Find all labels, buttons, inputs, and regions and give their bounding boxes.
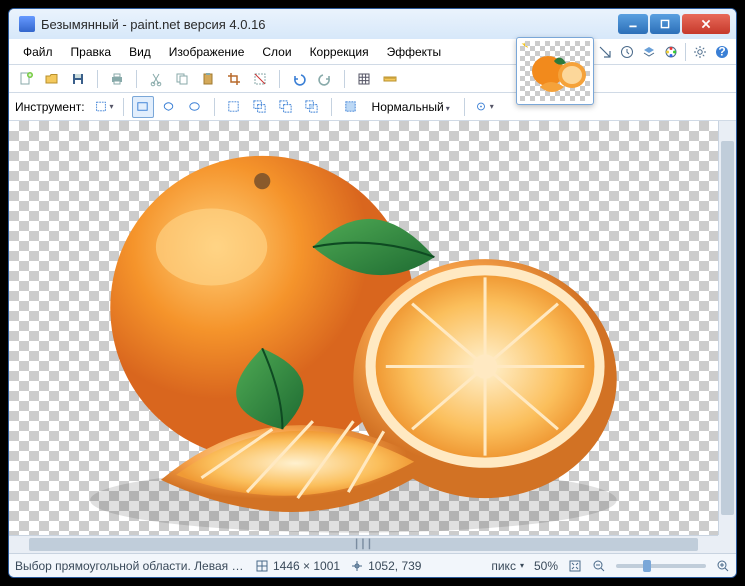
fit-window-icon[interactable] <box>568 559 582 573</box>
status-units[interactable]: пикс▾ <box>491 559 524 573</box>
close-button[interactable] <box>682 14 730 34</box>
tool-selector[interactable] <box>93 96 115 118</box>
save-button[interactable] <box>67 68 89 90</box>
menu-adjustments[interactable]: Коррекция <box>302 42 377 62</box>
shape-ellipse-button[interactable] <box>184 96 206 118</box>
window-title: Безымянный - paint.net версия 4.0.16 <box>41 17 618 32</box>
horizontal-scrollbar[interactable]: ┃┃┃ <box>9 535 718 553</box>
menu-effects[interactable]: Эффекты <box>379 42 450 62</box>
titlebar: Безымянный - paint.net версия 4.0.16 <box>9 9 736 39</box>
cut-button[interactable] <box>145 68 167 90</box>
status-image-size: 1446 × 1001 <box>255 559 340 573</box>
app-window: Безымянный - paint.net версия 4.0.16 Фай… <box>8 8 737 578</box>
print-button[interactable] <box>106 68 128 90</box>
document-image <box>9 121 718 535</box>
sampling-button[interactable] <box>473 96 495 118</box>
selmode-intersect-button[interactable] <box>301 96 323 118</box>
app-icon <box>19 16 35 32</box>
menu-view[interactable]: Вид <box>121 42 159 62</box>
canvas[interactable] <box>9 121 718 535</box>
zoom-slider[interactable] <box>616 564 706 568</box>
new-button[interactable] <box>15 68 37 90</box>
dimensions-icon <box>255 559 269 573</box>
colors-window-icon[interactable] <box>663 44 679 60</box>
history-window-icon[interactable] <box>619 44 635 60</box>
thumbnail-canvas <box>520 41 590 101</box>
selmode-sub-button[interactable] <box>275 96 297 118</box>
grid-button[interactable] <box>353 68 375 90</box>
flood-mode-button[interactable] <box>340 96 362 118</box>
crop-button[interactable] <box>223 68 245 90</box>
blend-mode-dropdown[interactable]: Нормальный <box>366 97 456 117</box>
vertical-scrollbar[interactable] <box>718 121 736 535</box>
shape-lasso-button[interactable] <box>158 96 180 118</box>
selmode-add-button[interactable] <box>249 96 271 118</box>
help-icon[interactable]: ? <box>714 44 730 60</box>
zoom-in-icon[interactable] <box>716 559 730 573</box>
menu-edit[interactable]: Правка <box>63 42 120 62</box>
selmode-replace-button[interactable] <box>223 96 245 118</box>
paste-button[interactable] <box>197 68 219 90</box>
svg-text:?: ? <box>718 44 725 58</box>
redo-button[interactable] <box>314 68 336 90</box>
canvas-area: ┃┃┃ <box>9 121 736 553</box>
status-cursor-pos: 1052, 739 <box>350 559 421 573</box>
shape-rect-button[interactable] <box>132 96 154 118</box>
copy-button[interactable] <box>171 68 193 90</box>
status-text: Выбор прямоугольной области. Левая кнопк… <box>15 559 245 573</box>
scrollbar-corner <box>718 535 736 553</box>
tool-option-bar: Инструмент: Нормальный <box>9 93 736 121</box>
undo-button[interactable] <box>288 68 310 90</box>
deselect-button[interactable] <box>249 68 271 90</box>
ruler-button[interactable] <box>379 68 401 90</box>
open-button[interactable] <box>41 68 63 90</box>
tools-window-icon[interactable] <box>597 44 613 60</box>
layers-window-icon[interactable] <box>641 44 657 60</box>
main-toolbar <box>9 65 736 93</box>
settings-icon[interactable] <box>692 44 708 60</box>
minimize-button[interactable] <box>618 14 648 34</box>
cursor-pos-icon <box>350 559 364 573</box>
maximize-button[interactable] <box>650 14 680 34</box>
status-zoom[interactable]: 50% <box>534 559 558 573</box>
zoom-out-icon[interactable] <box>592 559 606 573</box>
menu-layers[interactable]: Слои <box>254 42 299 62</box>
menu-bar: Файл Правка Вид Изображение Слои Коррекц… <box>9 39 736 65</box>
tool-label: Инструмент: <box>15 100 85 114</box>
menu-image[interactable]: Изображение <box>161 42 253 62</box>
status-bar: Выбор прямоугольной области. Левая кнопк… <box>9 553 736 577</box>
image-thumbnail[interactable]: ★ <box>516 37 594 105</box>
menu-file[interactable]: Файл <box>15 42 61 62</box>
